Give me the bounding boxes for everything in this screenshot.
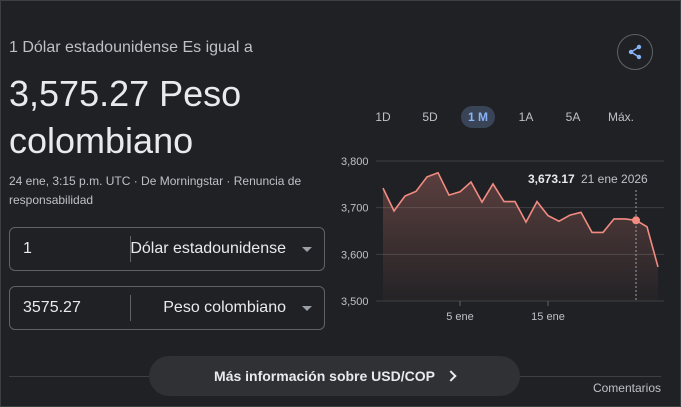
- disclaimer-link[interactable]: responsabilidad: [9, 191, 319, 210]
- share-icon: [628, 44, 642, 60]
- range-tabs: 1D 5D 1 M 1A 5A Máx.: [366, 106, 666, 128]
- from-amount-input[interactable]: 1: [23, 240, 32, 258]
- to-currency-select[interactable]: Peso colombiano: [163, 299, 286, 317]
- chevron-down-icon[interactable]: [302, 306, 312, 311]
- rate-line-1: 3,575.27 Peso: [9, 73, 242, 114]
- feedback-link[interactable]: Comentarios: [593, 381, 661, 395]
- to-amount-box: 3575.27 Peso colombiano: [9, 286, 325, 330]
- tooltip-value: 3,673.17: [528, 172, 575, 186]
- range-tab-max[interactable]: Máx.: [604, 106, 638, 128]
- range-tab-1m[interactable]: 1 M: [461, 106, 495, 128]
- from-currency-select[interactable]: Dólar estadounidense: [130, 240, 286, 258]
- conversion-subtitle: 1 Dólar estadounidense Es igual a: [9, 39, 253, 56]
- range-tab-5d[interactable]: 5D: [417, 106, 443, 128]
- range-tab-1d[interactable]: 1D: [370, 106, 396, 128]
- rate-metadata: 24 ene, 3:15 p.m. UTC · De Morningstar ·…: [9, 172, 319, 210]
- x-tick-label: 5 ene: [446, 311, 474, 323]
- exchange-rate: 3,575.27 Peso colombiano: [9, 70, 309, 164]
- from-amount-box: 1 Dólar estadounidense: [9, 227, 325, 271]
- to-divider: [130, 295, 131, 321]
- rate-line-2: colombiano: [9, 120, 194, 161]
- y-tick-label: 3,600: [341, 249, 369, 261]
- to-amount-input[interactable]: 3575.27: [23, 299, 81, 317]
- x-tick-label: 15 ene: [531, 311, 565, 323]
- hover-point: [632, 216, 640, 225]
- y-tick-label: 3,700: [341, 203, 369, 215]
- range-tab-5a[interactable]: 5A: [560, 106, 586, 128]
- y-tick-label: 3,500: [341, 296, 369, 308]
- y-tick-label: 3,800: [341, 156, 369, 168]
- more-info-label: Más información sobre USD/COP: [214, 368, 435, 384]
- x-axis-ticks: 5 ene 15 ene: [446, 301, 565, 323]
- y-axis-ticks: 3,800 3,700 3,600 3,500: [341, 156, 369, 308]
- meta-line-1: 24 ene, 3:15 p.m. UTC · De Morningstar ·…: [9, 174, 302, 188]
- range-tab-1a[interactable]: 1A: [513, 106, 539, 128]
- rate-chart[interactable]: 3,800 3,700 3,600 3,500 5 ene 15 ene 3,673.1…: [336, 150, 670, 330]
- chevron-right-icon: [445, 370, 457, 382]
- chart-area-fill: [383, 172, 658, 301]
- share-button[interactable]: [617, 34, 653, 70]
- more-info-button[interactable]: Más información sobre USD/COP: [149, 356, 520, 396]
- tooltip-date: 21 ene 2026: [581, 172, 648, 186]
- chevron-down-icon[interactable]: [302, 247, 312, 252]
